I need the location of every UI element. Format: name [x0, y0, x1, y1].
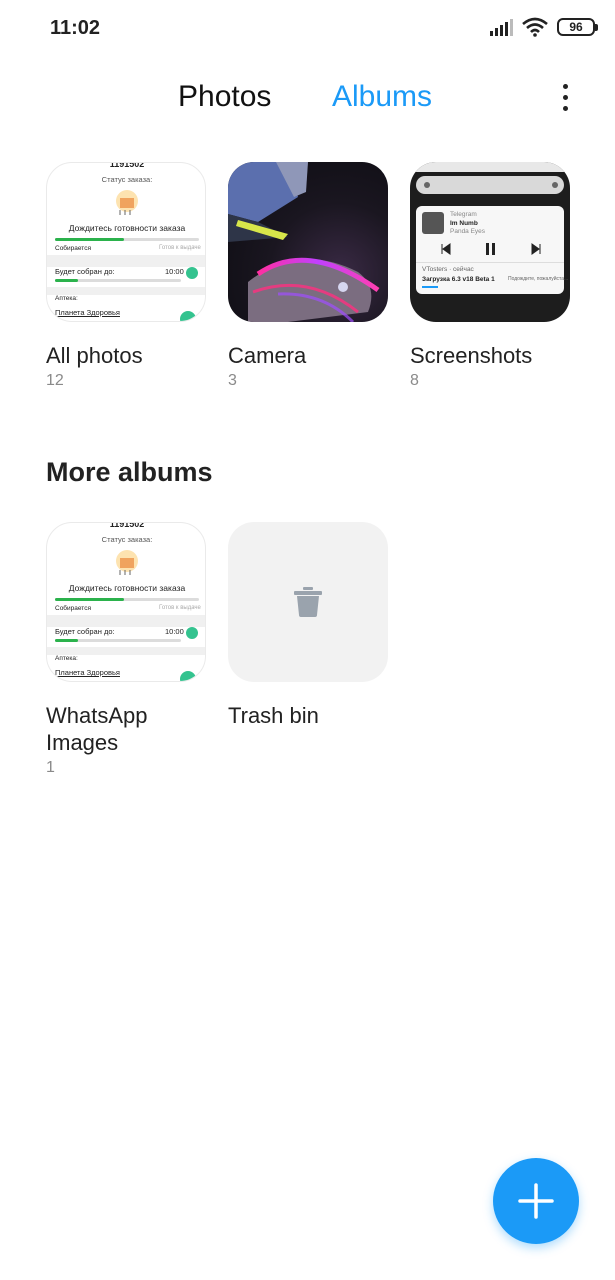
- whatsapp-badge-icon: [186, 267, 198, 279]
- album-name: WhatsApp Images: [46, 703, 148, 755]
- album-count: 8: [410, 372, 419, 389]
- battery-indicator: 96: [557, 18, 598, 36]
- album-camera[interactable]: Camera 3: [228, 162, 388, 390]
- thumb-notif-hint: Подождите, пожалуйста...: [508, 276, 569, 282]
- thumb-order-number: 1191502: [109, 162, 145, 169]
- thumb-ready-time: 10:00: [165, 267, 184, 276]
- thumb-wait-text: Дождитесь готовности заказа: [68, 223, 186, 233]
- album-whatsapp-images[interactable]: 1191502 Статус заказа: Дождитесь готовно…: [46, 522, 206, 777]
- status-time: 11:02: [50, 17, 101, 39]
- trash-icon: [294, 587, 322, 617]
- camera-photo-image: [228, 162, 380, 322]
- tab-photos[interactable]: Photos: [178, 80, 271, 114]
- album-count: 1: [46, 759, 55, 776]
- album-count: 12: [46, 372, 64, 389]
- thumb-stage-text: Собирается: [55, 245, 91, 252]
- album-thumbnail: Telegram Im Numb Panda Eyes VTosters · с…: [410, 162, 570, 322]
- more-options-button[interactable]: [552, 80, 578, 114]
- album-art-icon: [422, 212, 444, 234]
- album-trash-bin[interactable]: Trash bin: [228, 522, 388, 729]
- thumb-pharmacy-name: Планета Здоровья: [55, 308, 120, 317]
- album-thumbnail: 1191502 Статус заказа: Дождитесь готовно…: [46, 162, 206, 322]
- thumb-artist: Panda Eyes: [450, 228, 486, 235]
- thumb-next-stage: Готов к выдаче: [159, 245, 201, 251]
- thumb-notif-app: VTosters · сейчас: [422, 266, 474, 273]
- album-thumbnail: [228, 522, 388, 682]
- album-name: All photos: [46, 343, 143, 368]
- thumb-track: Im Numb: [450, 220, 478, 227]
- thumb-notif-text: Загрузка 6.3 v18 Beta 1: [422, 276, 495, 283]
- album-name: Trash bin: [228, 703, 319, 728]
- media-controls-icon: [441, 243, 541, 255]
- box-illustration-icon: [116, 550, 138, 575]
- status-bar: 11:02 96: [0, 0, 615, 58]
- signal-icon: [490, 19, 513, 36]
- status-icons: 96: [489, 17, 598, 37]
- plus-icon: [518, 1183, 554, 1219]
- add-album-button[interactable]: [493, 1158, 579, 1244]
- more-vertical-icon: [562, 83, 568, 89]
- box-illustration-icon: [116, 190, 138, 215]
- album-thumbnail: [228, 162, 388, 322]
- album-name: Camera: [228, 343, 307, 368]
- album-all-photos[interactable]: 1191502 Статус заказа: Дождитесь готовно…: [46, 162, 206, 390]
- thumb-progress-bar: [55, 238, 199, 241]
- whatsapp-badge-icon: [186, 627, 198, 639]
- wifi-icon: [522, 17, 548, 37]
- section-title-more-albums: More albums: [46, 457, 213, 487]
- thumb-ready-by: Будет собран до:: [55, 267, 115, 276]
- thumb-status-label: Статус заказа:: [101, 175, 153, 184]
- tab-albums[interactable]: Albums: [332, 80, 432, 114]
- album-name: Screenshots: [410, 343, 533, 368]
- thumb-app-name: Telegram: [450, 211, 477, 218]
- album-screenshots[interactable]: Telegram Im Numb Panda Eyes VTosters · с…: [410, 162, 570, 390]
- thumb-pharmacy-label: Аптека:: [55, 295, 78, 302]
- album-count: 3: [228, 372, 237, 389]
- album-thumbnail: 1191502 Статус заказа: Дождитесь готовно…: [46, 522, 206, 682]
- media-notification-panel: Telegram Im Numb Panda Eyes VTosters · с…: [416, 206, 568, 294]
